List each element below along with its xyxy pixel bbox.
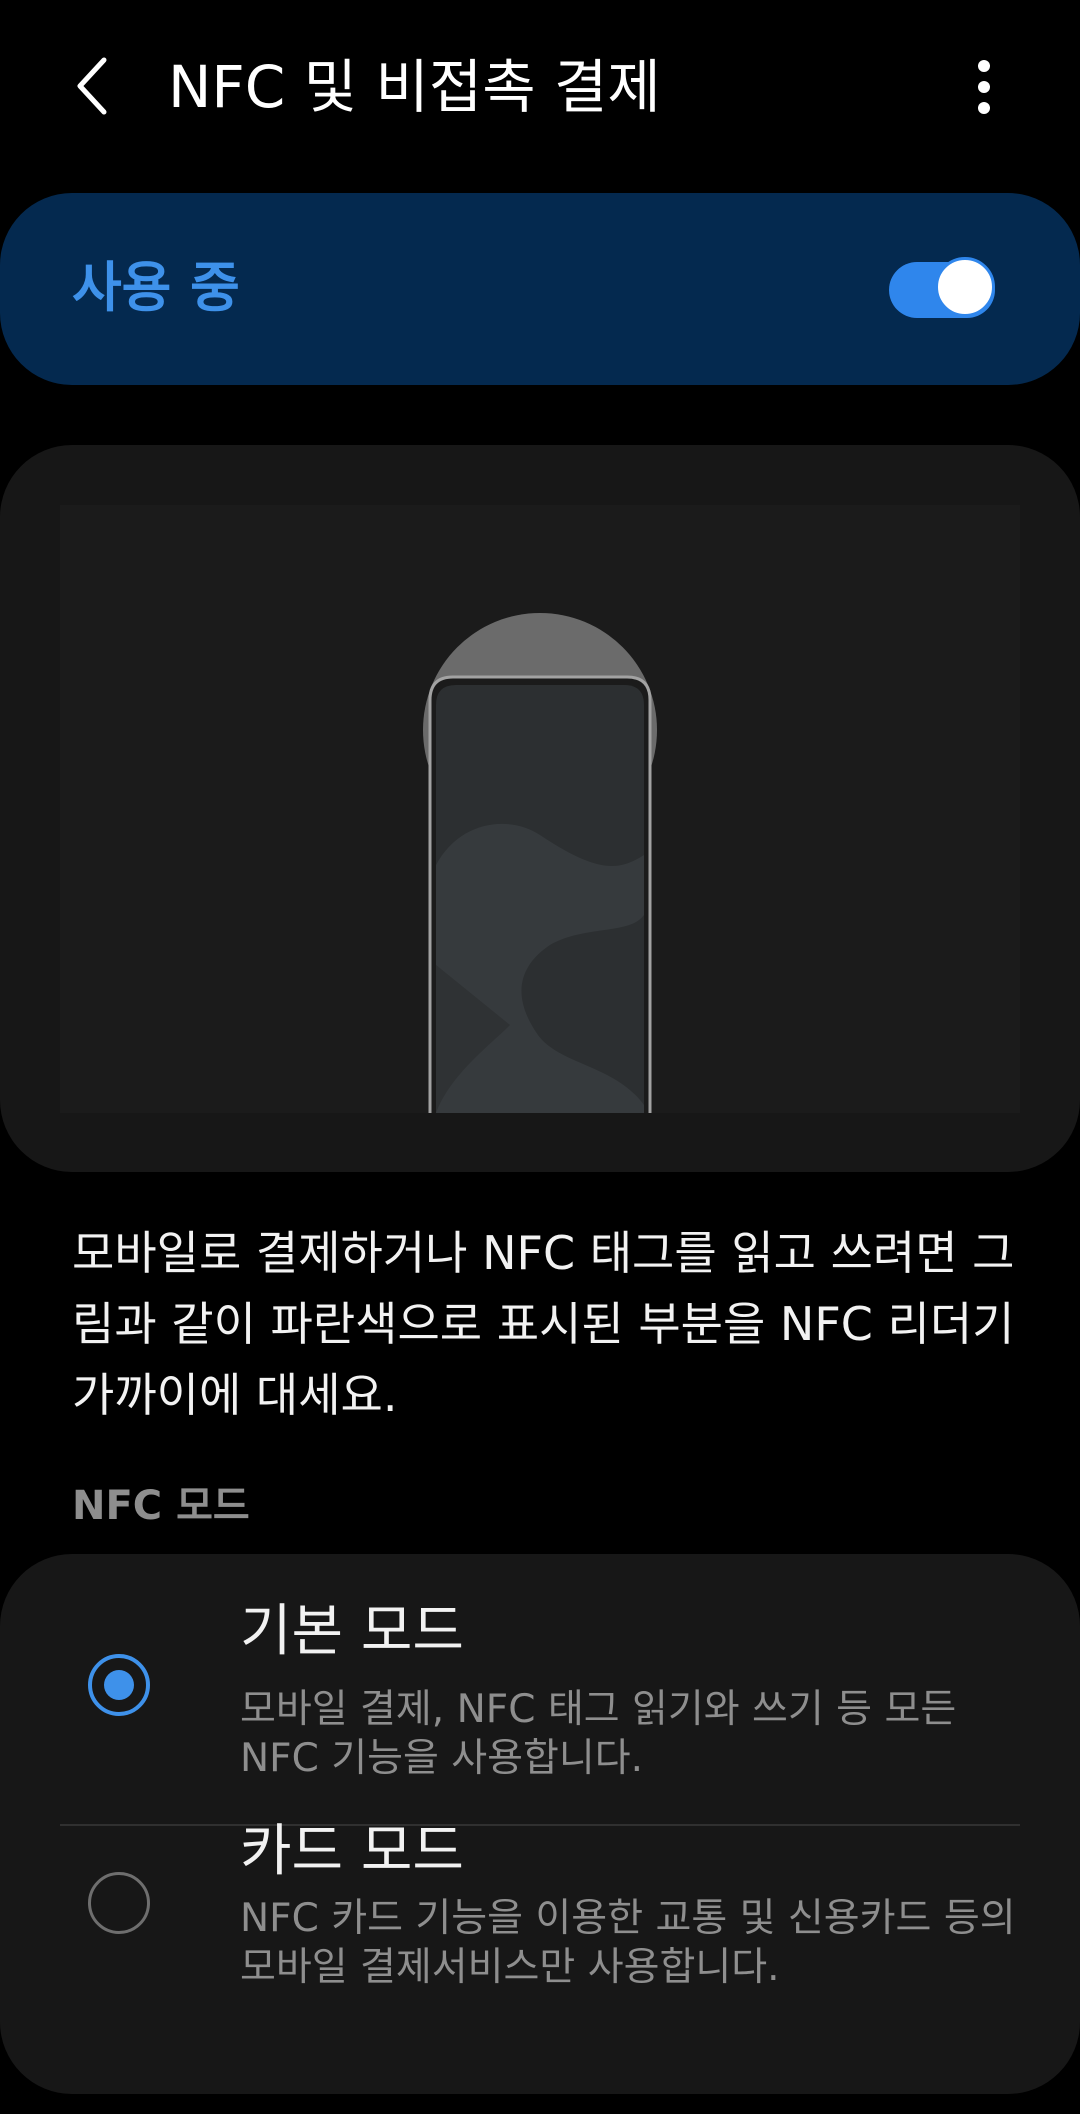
master-switch-label: 사용 중 bbox=[72, 256, 240, 319]
page-title: NFC 및 비접촉 결제 bbox=[168, 53, 661, 121]
mode-option-description: NFC 카드 기능을 이용한 교통 및 신용카드 등의 모바일 결제서비스만 사… bbox=[240, 1896, 1016, 1990]
mode-option-card[interactable]: 카드 모드 NFC 카드 기능을 이용한 교통 및 신용카드 등의 모바일 결제… bbox=[0, 1819, 1080, 2094]
master-switch-bar[interactable]: 사용 중 bbox=[0, 193, 1080, 385]
app-bar: NFC 및 비접촉 결제 bbox=[0, 0, 1080, 180]
nfc-mode-section-header: NFC 모드 bbox=[72, 1483, 250, 1529]
more-options-button[interactable] bbox=[960, 52, 1008, 124]
radio-button-unselected[interactable] bbox=[88, 1872, 150, 1934]
mode-option-title: 기본 모드 bbox=[240, 1599, 464, 1664]
nfc-instruction-text: 모바일로 결제하거나 NFC 태그를 읽고 쓰려면 그림과 같이 파란색으로 표… bbox=[72, 1226, 1015, 1422]
phone-nfc-illustration bbox=[423, 613, 657, 1113]
nfc-mode-card: 기본 모드 모바일 결제, NFC 태그 읽기와 쓰기 등 모든 NFC 기능을… bbox=[0, 1554, 1080, 2094]
radio-button-selected[interactable] bbox=[88, 1654, 150, 1716]
back-button[interactable] bbox=[60, 46, 130, 126]
mode-option-description: 모바일 결제, NFC 태그 읽기와 쓰기 등 모든 NFC 기능을 사용합니다… bbox=[240, 1687, 957, 1781]
nfc-illustration-card bbox=[0, 445, 1080, 1172]
chevron-left-icon bbox=[77, 57, 107, 115]
mode-option-title: 카드 모드 bbox=[240, 1819, 464, 1884]
toggle-knob bbox=[935, 257, 995, 317]
radio-dot bbox=[104, 1670, 134, 1700]
mode-option-default[interactable]: 기본 모드 모바일 결제, NFC 태그 읽기와 쓰기 등 모든 NFC 기능을… bbox=[0, 1554, 1080, 1826]
master-toggle-switch[interactable] bbox=[889, 256, 999, 322]
illustration-area bbox=[60, 505, 1020, 1113]
more-vertical-icon bbox=[978, 60, 990, 114]
